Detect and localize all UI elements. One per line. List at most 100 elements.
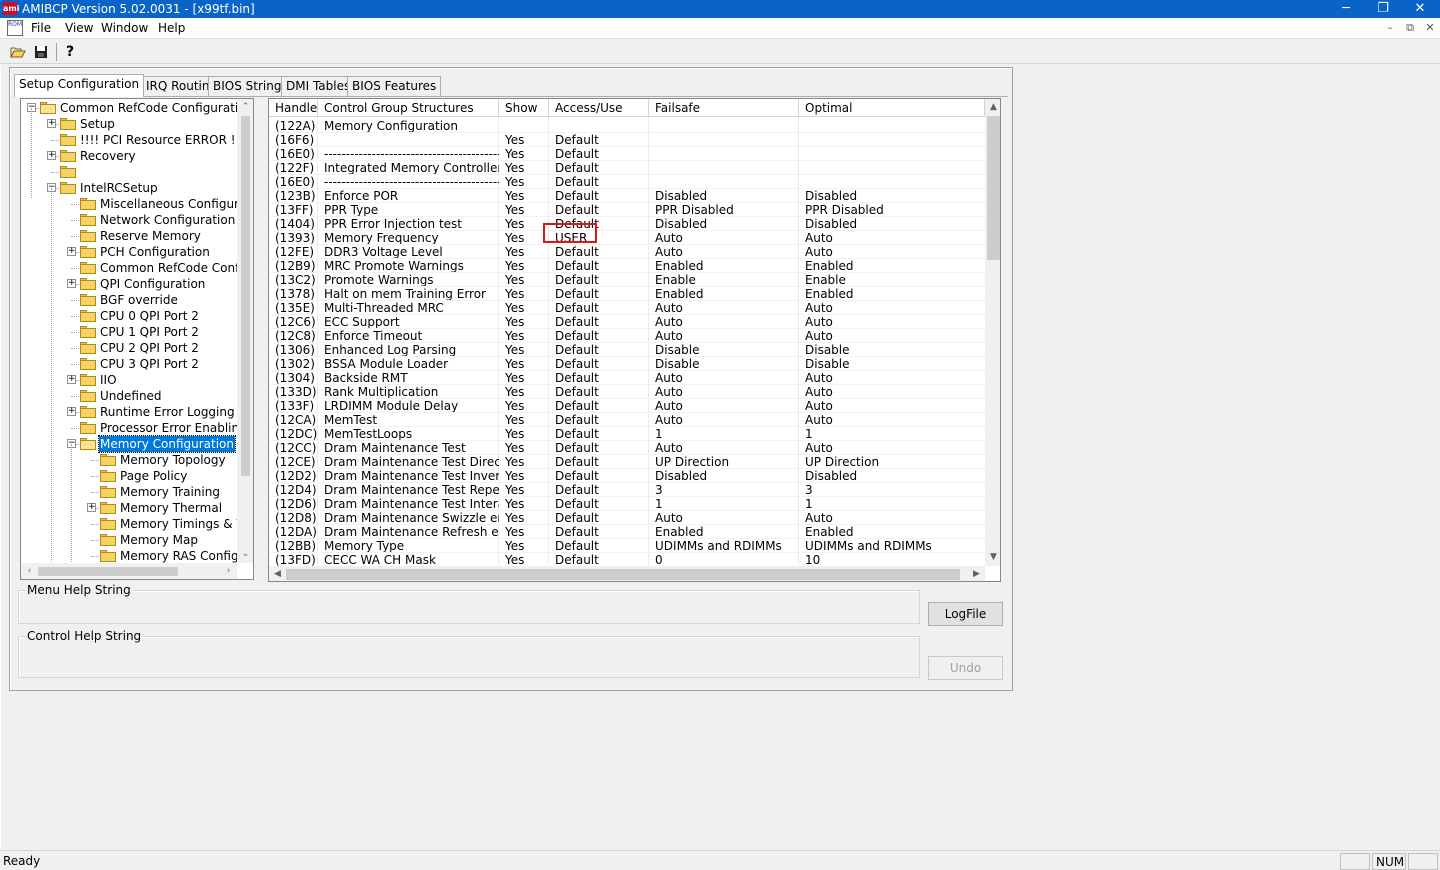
cell-access-use[interactable]: Default — [551, 343, 649, 357]
cell-show[interactable]: Yes — [501, 161, 549, 175]
cell-control-group[interactable]: Dram Maintenance Swizzle enabli... — [320, 511, 499, 525]
cell-show[interactable]: Yes — [501, 133, 549, 147]
cell-access-use[interactable]: Default — [551, 525, 649, 539]
cell-failsafe[interactable]: Enable — [651, 273, 799, 287]
cell-show[interactable]: Yes — [501, 553, 549, 567]
cell-handle[interactable]: (1304) — [271, 371, 318, 385]
cell-failsafe[interactable] — [651, 147, 799, 161]
cell-optimal[interactable] — [801, 133, 985, 147]
tree-item-label[interactable]: IntelRCSetup — [79, 180, 159, 196]
grid-vertical-scrollbar[interactable]: ▲ ▼ — [985, 99, 1000, 566]
cell-failsafe[interactable]: Enabled — [651, 259, 799, 273]
cell-optimal[interactable]: Auto — [801, 231, 985, 245]
cell-handle[interactable]: (16E0) — [271, 175, 318, 189]
tree-item[interactable]: Page Policy — [21, 468, 237, 484]
tree-item[interactable]: !!!! PCI Resource ERROR !!!! — [21, 132, 250, 148]
cell-access-use[interactable]: Default — [551, 469, 649, 483]
menu-file[interactable]: File — [31, 21, 51, 35]
cell-control-group[interactable]: Rank Multiplication — [320, 385, 499, 399]
cell-failsafe[interactable]: Enabled — [651, 525, 799, 539]
cell-show[interactable]: Yes — [501, 259, 549, 273]
cell-control-group[interactable]: DDR3 Voltage Level — [320, 245, 499, 259]
tree-item-label[interactable]: PCH Configuration — [99, 244, 211, 260]
column-header-failsafe[interactable]: Failsafe — [649, 99, 799, 117]
close-button[interactable]: ✕ — [1401, 0, 1439, 18]
cell-failsafe[interactable]: Auto — [651, 231, 799, 245]
grid-scroll-left-icon[interactable]: ◀ — [269, 566, 286, 581]
table-row[interactable]: (1304) Backside RMT Yes Default Auto Auto — [269, 371, 985, 385]
tree-item-label[interactable]: Memory Topology — [119, 452, 227, 468]
table-row[interactable]: (13FD) CECC WA CH Mask Yes Default 0 10 — [269, 553, 985, 567]
cell-failsafe[interactable]: Disabled — [651, 217, 799, 231]
cell-control-group[interactable]: Enforce POR — [320, 189, 499, 203]
tree-item[interactable]: + Runtime Error Logging — [21, 404, 237, 420]
tree-scroll-left-icon[interactable]: ‹ — [21, 563, 38, 579]
tree-item[interactable]: + IIO — [21, 372, 237, 388]
cell-control-group[interactable]: MemTestLoops — [320, 427, 499, 441]
cell-optimal[interactable]: UP Direction — [801, 455, 985, 469]
document-icon[interactable]: ROM — [7, 20, 23, 36]
cell-access-use[interactable]: Default — [551, 175, 649, 189]
cell-handle[interactable]: (12D8) — [271, 511, 318, 525]
cell-show[interactable]: Yes — [501, 357, 549, 371]
cell-handle[interactable]: (13FF) — [271, 203, 318, 217]
cell-failsafe[interactable]: PPR Disabled — [651, 203, 799, 217]
tree-item[interactable]: + PCH Configuration — [21, 244, 237, 260]
table-row[interactable]: (12CA) MemTest Yes Default Auto Auto — [269, 413, 985, 427]
tree-item[interactable]: Memory Map — [21, 532, 237, 548]
cell-handle[interactable]: (12DA) — [271, 525, 318, 539]
cell-failsafe[interactable]: 0 — [651, 553, 799, 567]
cell-show[interactable]: Yes — [501, 469, 549, 483]
cell-handle[interactable]: (16E0) — [271, 147, 318, 161]
cell-optimal[interactable]: Auto — [801, 511, 985, 525]
cell-handle[interactable]: (122A) — [271, 119, 318, 133]
cell-failsafe[interactable] — [651, 119, 799, 133]
tree-horizontal-scrollbar[interactable]: ‹ › — [21, 563, 237, 579]
cell-optimal[interactable]: Disable — [801, 357, 985, 371]
cell-failsafe[interactable]: Auto — [651, 245, 799, 259]
expand-icon[interactable]: + — [67, 279, 76, 288]
cell-optimal[interactable]: 1 — [801, 497, 985, 511]
grid-scroll-down-icon[interactable]: ▼ — [985, 549, 1000, 566]
expand-icon[interactable]: + — [67, 407, 76, 416]
cell-failsafe[interactable]: Auto — [651, 329, 799, 343]
table-row[interactable]: (12B9) MRC Promote Warnings Yes Default Enab… — [269, 259, 985, 273]
cell-access-use[interactable]: Default — [551, 273, 649, 287]
cell-control-group[interactable]: MRC Promote Warnings — [320, 259, 499, 273]
cell-optimal[interactable]: 10 — [801, 553, 985, 567]
cell-failsafe[interactable] — [651, 133, 799, 147]
table-row[interactable]: (123B) Enforce POR Yes Default Disabled Disab… — [269, 189, 985, 203]
cell-handle[interactable]: (12FE) — [271, 245, 318, 259]
tree-item-label[interactable]: Undefined — [99, 388, 163, 404]
tree-item-label[interactable]: Page Policy — [119, 468, 188, 484]
cell-show[interactable]: Yes — [501, 175, 549, 189]
cell-access-use[interactable]: Default — [551, 539, 649, 553]
cell-handle[interactable]: (12D6) — [271, 497, 318, 511]
tree-item[interactable]: − Common RefCode Configuration — [21, 100, 253, 116]
cell-control-group[interactable]: CECC WA CH Mask — [320, 553, 499, 567]
table-row[interactable]: (12BB) Memory Type Yes Default UDIMMs and RD… — [269, 539, 985, 553]
table-row[interactable]: (12DA)Dram Maintenance Refresh enabl...Y… — [269, 525, 985, 539]
cell-handle[interactable]: (123B) — [271, 189, 318, 203]
tree-item-label[interactable]: QPI Configuration — [99, 276, 206, 292]
tree-item[interactable]: + Setup — [21, 116, 237, 132]
tree-item-label[interactable]: CPU 1 QPI Port 2 — [99, 324, 200, 340]
tree-item[interactable]: BGF override — [21, 292, 237, 308]
cell-show[interactable]: Yes — [501, 343, 549, 357]
cell-handle[interactable]: (133D) — [271, 385, 318, 399]
cell-show[interactable]: Yes — [501, 525, 549, 539]
expand-icon[interactable]: + — [67, 375, 76, 384]
cell-control-group[interactable]: Multi-Threaded MRC — [320, 301, 499, 315]
cell-optimal[interactable]: Disable — [801, 343, 985, 357]
cell-control-group[interactable]: Halt on mem Training Error — [320, 287, 499, 301]
cell-show[interactable]: Yes — [501, 385, 549, 399]
tree-item-label[interactable]: Processor Error Enabling : — [99, 420, 253, 436]
cell-failsafe[interactable]: Auto — [651, 301, 799, 315]
child-minimize-button[interactable]: – — [1381, 21, 1399, 34]
cell-handle[interactable]: (133F) — [271, 399, 318, 413]
table-row[interactable]: (12C6) ECC Support Yes Default Auto Auto — [269, 315, 985, 329]
table-row[interactable]: (12FE) DDR3 Voltage Level Yes Default Auto Au… — [269, 245, 985, 259]
grid-scroll-up-icon[interactable]: ▲ — [985, 99, 1000, 116]
table-row[interactable]: (12CE)Dram Maintenance Test DirectionYes… — [269, 455, 985, 469]
table-row[interactable]: (1306) Enhanced Log Parsing Yes Default Disa… — [269, 343, 985, 357]
